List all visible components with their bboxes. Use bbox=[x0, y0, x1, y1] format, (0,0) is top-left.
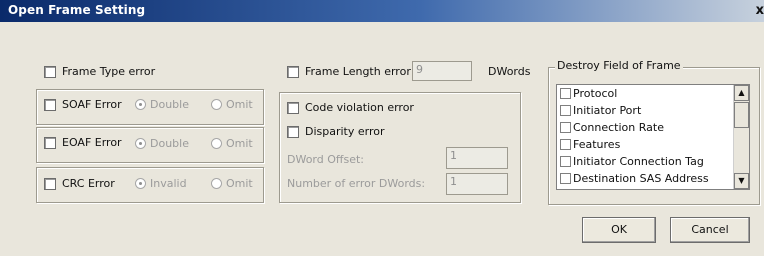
title-bar: Open Frame Setting x bbox=[0, 0, 764, 22]
destroy-field-title: Destroy Field of Frame bbox=[555, 59, 683, 72]
list-item[interactable]: Initiator Connection Tag bbox=[560, 155, 704, 168]
eoaf-double-label: Double bbox=[150, 137, 189, 150]
window-title: Open Frame Setting bbox=[8, 3, 146, 17]
list-item-checkbox[interactable] bbox=[560, 88, 571, 99]
dword-offset-input[interactable]: 1 bbox=[446, 147, 508, 169]
soaf-double-label: Double bbox=[150, 98, 189, 111]
frame-length-error-label: Frame Length error bbox=[305, 65, 411, 78]
list-item[interactable]: Connection Rate bbox=[560, 121, 664, 134]
soaf-error-label: SOAF Error bbox=[62, 98, 122, 111]
list-item-checkbox[interactable] bbox=[560, 122, 571, 133]
code-violation-label: Code violation error bbox=[305, 101, 414, 114]
crc-omit-radio[interactable] bbox=[211, 178, 222, 189]
crc-omit-label: Omit bbox=[226, 177, 253, 190]
destroy-field-list[interactable]: Protocol Initiator Port Connection Rate … bbox=[556, 84, 750, 190]
frame-type-error-checkbox[interactable] bbox=[44, 66, 56, 78]
soaf-omit-label: Omit bbox=[226, 98, 253, 111]
soaf-double-radio[interactable] bbox=[135, 99, 146, 110]
ok-button[interactable]: OK bbox=[582, 217, 656, 243]
list-item-checkbox[interactable] bbox=[560, 173, 571, 184]
eoaf-omit-radio[interactable] bbox=[211, 138, 222, 149]
scroll-down-icon[interactable]: ▼ bbox=[734, 173, 749, 189]
crc-error-checkbox[interactable] bbox=[44, 178, 56, 190]
close-icon[interactable]: x bbox=[754, 3, 764, 18]
eoaf-omit-label: Omit bbox=[226, 137, 253, 150]
soaf-error-checkbox[interactable] bbox=[44, 99, 56, 111]
list-item[interactable]: Destination SAS Address bbox=[560, 172, 709, 185]
eoaf-error-label: EOAF Error bbox=[62, 136, 122, 149]
dwords-unit-label: DWords bbox=[488, 65, 531, 78]
list-scrollbar[interactable]: ▲ ▼ bbox=[733, 85, 749, 189]
eoaf-double-radio[interactable] bbox=[135, 138, 146, 149]
disparity-checkbox[interactable] bbox=[287, 126, 299, 138]
num-error-dwords-input[interactable]: 1 bbox=[446, 173, 508, 195]
frame-length-input[interactable]: 9 bbox=[412, 61, 472, 81]
list-item-checkbox[interactable] bbox=[560, 105, 571, 116]
list-item[interactable]: Initiator Port bbox=[560, 104, 641, 117]
cancel-button[interactable]: Cancel bbox=[670, 217, 750, 243]
crc-invalid-label: Invalid bbox=[150, 177, 187, 190]
list-item-checkbox[interactable] bbox=[560, 139, 571, 150]
soaf-omit-radio[interactable] bbox=[211, 99, 222, 110]
crc-invalid-radio[interactable] bbox=[135, 178, 146, 189]
scroll-up-icon[interactable]: ▲ bbox=[734, 85, 749, 101]
scrollbar-thumb[interactable] bbox=[734, 102, 749, 128]
crc-error-label: CRC Error bbox=[62, 177, 115, 190]
list-item[interactable]: Features bbox=[560, 138, 620, 151]
num-error-dwords-label: Number of error DWords: bbox=[287, 177, 426, 190]
disparity-label: Disparity error bbox=[305, 125, 385, 138]
frame-type-error-label: Frame Type error bbox=[62, 65, 156, 78]
list-item[interactable]: Protocol bbox=[560, 87, 617, 100]
list-item-checkbox[interactable] bbox=[560, 156, 571, 167]
code-violation-checkbox[interactable] bbox=[287, 102, 299, 114]
frame-length-error-checkbox[interactable] bbox=[287, 66, 299, 78]
eoaf-error-checkbox[interactable] bbox=[44, 137, 56, 149]
dword-offset-label: DWord Offset: bbox=[287, 153, 364, 166]
